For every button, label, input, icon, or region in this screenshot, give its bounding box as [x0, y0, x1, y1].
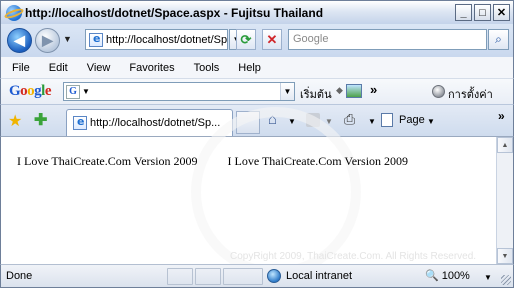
menu-edit[interactable]: Edit [38, 62, 76, 74]
status-text: Done [6, 270, 33, 282]
google-settings-button[interactable]: การตั้งค่า [448, 85, 493, 103]
page-icon [89, 32, 103, 47]
tab-space-aspx[interactable]: http://localhost/dotnet/Sp... [66, 109, 233, 136]
status-bar: Done Local intranet 🔍 100% ▼ [0, 264, 514, 288]
internet-explorer-icon [3, 4, 25, 21]
globe-icon [267, 269, 281, 283]
zoom-icon: 🔍 [425, 270, 439, 282]
tab-toolbar-more[interactable]: » [498, 109, 505, 123]
refresh-button[interactable]: ⟳ [236, 29, 256, 50]
menu-file[interactable]: File [1, 62, 38, 74]
back-arrow-icon: ◀ [14, 32, 25, 48]
minimize-button[interactable]: _ [455, 4, 472, 21]
window-title: http://localhost/dotnet/Space.aspx - Fuj… [25, 5, 324, 20]
google-toolbar-more[interactable]: » [370, 82, 377, 97]
menu-bar: File Edit View Favorites Tools Help [0, 57, 514, 78]
menu-help[interactable]: Help [227, 62, 269, 74]
resize-grip[interactable] [501, 275, 511, 285]
menu-tools[interactable]: Tools [183, 62, 228, 74]
zoom-control[interactable]: 🔍 100% [425, 269, 470, 283]
google-g-icon[interactable]: G [66, 84, 80, 99]
add-favorite-icon[interactable]: ✚ [34, 110, 47, 130]
google-toolbar: Google G ▼ ▼ เริ่มต้น ◆ » การตั้งค่า [0, 78, 514, 104]
search-button[interactable]: ⌕ [488, 29, 509, 50]
forward-arrow-icon: ▶ [42, 32, 53, 48]
back-button[interactable]: ◀ [7, 28, 32, 53]
recent-pages-dropdown[interactable]: ▼ [63, 34, 72, 44]
page-icon [73, 115, 87, 130]
status-panel [195, 268, 221, 285]
address-toolbar: ◀ ▶ ▼ http://localhost/dotnet/Space.aspx… [0, 24, 514, 57]
status-panel [223, 268, 263, 285]
page-menu-button[interactable]: Page [399, 114, 425, 126]
zoom-level: 100% [441, 269, 470, 282]
google-search-dropdown[interactable]: ▼ [280, 83, 294, 100]
chevron-down-icon[interactable]: ▼ [82, 87, 90, 96]
print-dropdown[interactable]: ▼ [368, 117, 376, 126]
image-search-icon[interactable] [346, 84, 362, 98]
security-zone[interactable]: Local intranet [267, 269, 352, 283]
address-url[interactable]: http://localhost/dotnet/Space.aspx [106, 34, 227, 46]
copyright-watermark: CopyRight 2009, ThaiCreate.Com. All Righ… [230, 251, 477, 262]
scroll-down-button[interactable]: ▼ [497, 248, 513, 264]
stop-button[interactable]: ✕ [262, 29, 282, 50]
status-panel [167, 268, 193, 285]
google-logo[interactable]: Google [9, 83, 52, 100]
page-menu-icon[interactable] [381, 113, 393, 127]
vertical-scrollbar[interactable]: ▲ ▼ [496, 137, 513, 264]
menu-view[interactable]: View [76, 62, 119, 74]
security-zone-label: Local intranet [286, 270, 353, 282]
settings-icon[interactable] [432, 85, 445, 98]
zoom-dropdown[interactable]: ▼ [484, 273, 492, 282]
stop-icon: ✕ [266, 31, 278, 47]
menu-favorites[interactable]: Favorites [118, 62, 182, 74]
scroll-up-button[interactable]: ▲ [497, 137, 513, 153]
page-content: I Love ThaiCreate.Com Version 2009 I Lov… [0, 107, 514, 277]
google-search-button[interactable]: เริ่มต้น [300, 85, 332, 103]
title-bar: http://localhost/dotnet/Space.aspx - Fuj… [0, 0, 514, 24]
close-button[interactable]: ✕ [493, 4, 510, 21]
star-icon[interactable]: ★ [8, 111, 22, 131]
maximize-button[interactable]: □ [474, 4, 491, 21]
content-text: I Love ThaiCreate.Com Version 2009 I Lov… [17, 154, 409, 168]
page-menu-dropdown[interactable]: ▼ [427, 117, 435, 126]
search-input[interactable]: Google [288, 29, 487, 50]
google-search-input[interactable]: G ▼ ▼ [63, 82, 295, 101]
forward-button[interactable]: ▶ [35, 28, 60, 53]
window-controls: _ □ ✕ [455, 4, 510, 21]
google-search-menu-icon[interactable]: ◆ [336, 85, 343, 96]
address-bar[interactable]: http://localhost/dotnet/Space.aspx [85, 29, 228, 50]
print-icon[interactable]: ⎙ [344, 111, 355, 128]
search-icon: ⌕ [495, 32, 502, 46]
refresh-icon: ⟳ [240, 31, 252, 47]
tab-label: http://localhost/dotnet/Sp... [90, 117, 221, 129]
